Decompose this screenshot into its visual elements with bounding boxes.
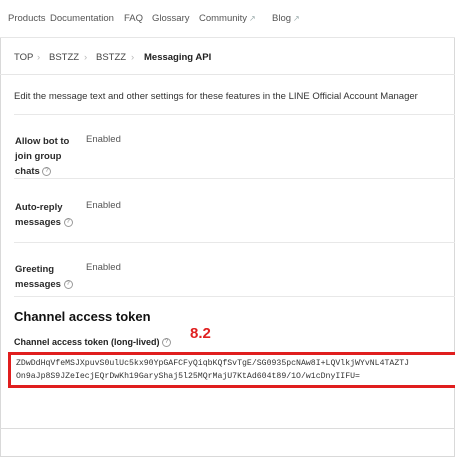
token-text-line: On9aJp8S9JZeIecjEQrDwKh19GaryShaj5l25MQr… bbox=[16, 372, 360, 381]
info-icon[interactable]: ? bbox=[63, 217, 73, 227]
divider bbox=[14, 178, 455, 179]
info-icon[interactable]: ? bbox=[63, 279, 73, 289]
setting-label-text: Auto-reply messages bbox=[15, 202, 63, 228]
section-title-channel-token: Channel access token bbox=[14, 309, 151, 324]
nav-glossary[interactable]: Glossary bbox=[152, 13, 189, 24]
top-navigation: Products Documentation FAQ Glossary Comm… bbox=[0, 0, 455, 38]
info-icon[interactable]: ? bbox=[162, 338, 172, 348]
breadcrumb-current-page: Messaging API bbox=[144, 52, 212, 63]
setting-label-text: Greeting messages bbox=[15, 264, 61, 290]
breadcrumb-separator: › bbox=[84, 52, 88, 63]
breadcrumb-separator: › bbox=[131, 52, 135, 63]
intro-text: Edit the message text and other settings… bbox=[14, 91, 418, 102]
setting-label-auto-reply: Auto-reply messages ? bbox=[15, 200, 77, 230]
setting-value-group-chats: Enabled bbox=[86, 134, 121, 145]
token-label: Channel access token (long-lived) ? bbox=[14, 337, 172, 348]
external-link-icon: ↗ bbox=[293, 14, 300, 23]
setting-value-auto-reply: Enabled bbox=[86, 200, 121, 211]
breadcrumb-separator: › bbox=[37, 52, 41, 63]
breadcrumb-channel[interactable]: BSTZZ bbox=[96, 52, 126, 63]
token-label-text: Channel access token (long-lived) bbox=[14, 337, 160, 347]
divider bbox=[14, 242, 455, 243]
info-icon[interactable]: ? bbox=[42, 166, 52, 176]
nav-faq[interactable]: FAQ bbox=[124, 13, 143, 24]
breadcrumb-top[interactable]: TOP bbox=[14, 52, 33, 63]
token-text-line: ZDwDdHqVfeMSJXpuvS0ulUc5kx90YpGAFCFyQiqb… bbox=[16, 359, 410, 368]
nav-products[interactable]: Products bbox=[8, 13, 46, 24]
breadcrumb-provider[interactable]: BSTZZ bbox=[49, 52, 79, 63]
nav-blog-label: Blog bbox=[272, 13, 292, 24]
setting-label-greeting: Greeting messages ? bbox=[15, 262, 85, 292]
step-badge: 8.2 bbox=[190, 325, 211, 342]
nav-community-label: Community bbox=[199, 13, 248, 24]
nav-blog[interactable]: Blog ↗ bbox=[272, 13, 300, 24]
setting-label-group-chats: Allow bot to join group chats ? bbox=[15, 134, 77, 179]
breadcrumb: TOP › BSTZZ › BSTZZ › Messaging API bbox=[0, 38, 455, 75]
nav-community[interactable]: Community ↗ bbox=[199, 13, 256, 24]
setting-value-greeting: Enabled bbox=[86, 262, 121, 273]
divider bbox=[14, 114, 455, 115]
divider bbox=[14, 296, 455, 297]
external-link-icon: ↗ bbox=[249, 14, 256, 23]
nav-documentation[interactable]: Documentation bbox=[50, 13, 114, 24]
channel-access-token-field[interactable]: ZDwDdHqVfeMSJXpuvS0ulUc5kx90YpGAFCFyQiqb… bbox=[8, 352, 455, 388]
divider bbox=[0, 428, 455, 429]
